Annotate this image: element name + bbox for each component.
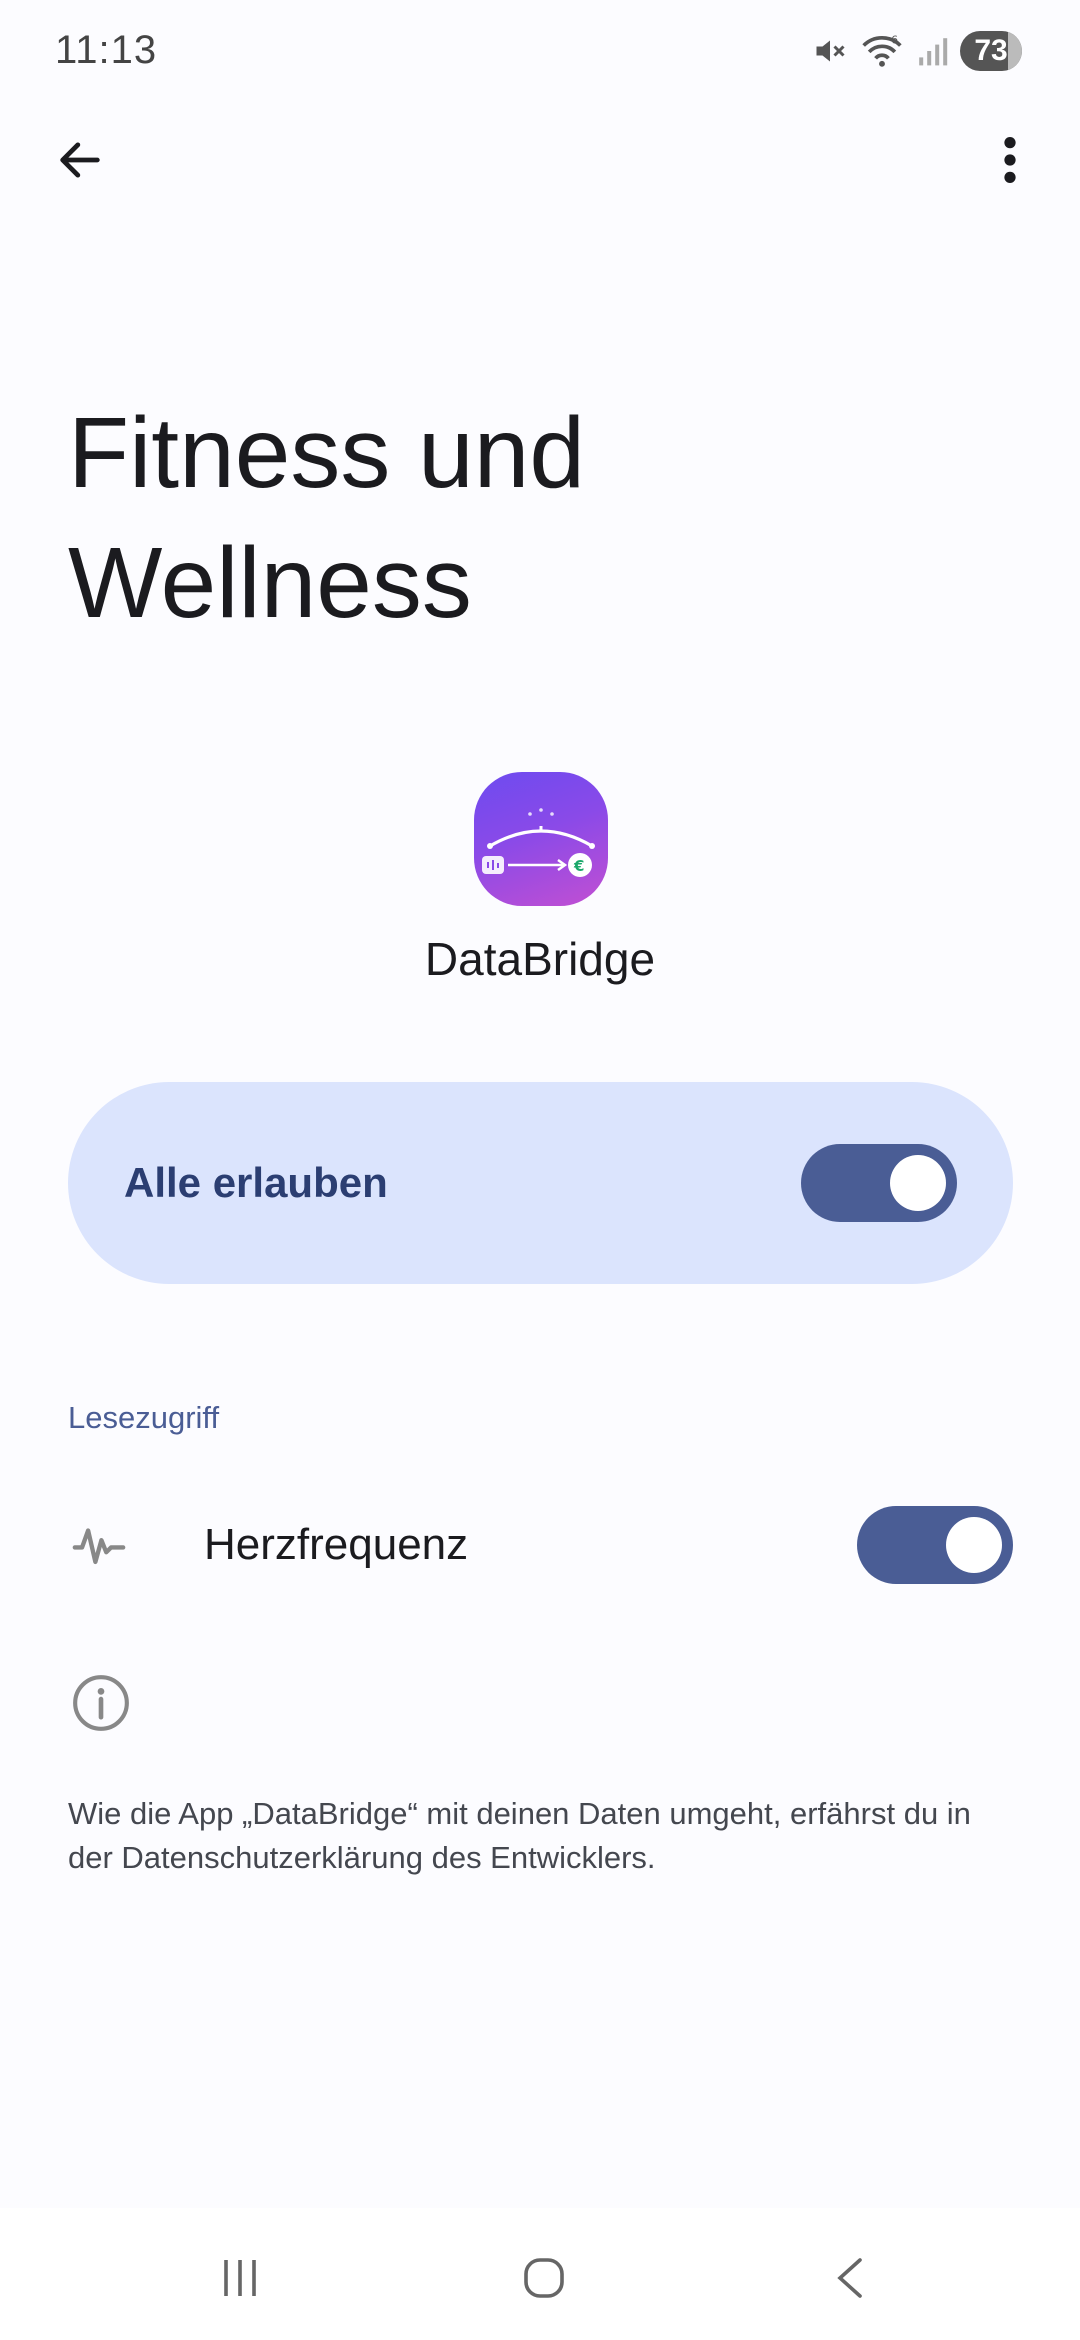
allow-all-toggle[interactable] [801, 1144, 957, 1222]
battery-level: 73 [974, 34, 1008, 67]
more-options-button[interactable] [980, 120, 1040, 200]
toggle-knob [890, 1155, 946, 1211]
page-title-line-2: Wellness [68, 527, 472, 639]
back-button[interactable] [40, 120, 120, 200]
status-time: 11:13 [55, 28, 158, 72]
privacy-policy-text: Wie die App „DataBridge“ mit deinen Date… [68, 1796, 971, 1875]
more-vertical-icon [1004, 137, 1016, 183]
back-icon[interactable] [830, 2254, 870, 2302]
arrow-left-icon [60, 142, 100, 178]
page-title-line-1: Fitness und [68, 397, 585, 509]
svg-text:6: 6 [891, 34, 898, 47]
page-title: Fitness und Wellness [68, 388, 968, 648]
section-header-read-access: Lesezugriff [68, 1400, 220, 1435]
databridge-app-icon: € [474, 772, 608, 906]
allow-all-card[interactable]: Alle erlauben [68, 1082, 1013, 1284]
signal-icon [919, 38, 948, 66]
home-icon[interactable] [519, 2254, 569, 2302]
permission-row-heart-rate[interactable]: Herzfrequenz [0, 1490, 1080, 1600]
navigation-bar [0, 2208, 1080, 2340]
heart-rate-icon [72, 1528, 126, 1565]
allow-all-label: Alle erlauben [124, 1159, 388, 1206]
status-bar: 11:13 6 73 [0, 0, 1080, 100]
heart-rate-toggle[interactable] [857, 1506, 1013, 1584]
status-icons: 6 73 [812, 28, 1022, 74]
svg-text:€: € [573, 857, 584, 875]
mute-icon [816, 40, 845, 62]
app-name: DataBridge [424, 933, 656, 985]
recents-icon[interactable] [215, 2254, 265, 2302]
toggle-knob [946, 1517, 1002, 1573]
heart-rate-label: Herzfrequenz [204, 1520, 469, 1569]
wifi-icon: 6 [862, 34, 902, 67]
info-icon [73, 1675, 129, 1731]
battery-icon: 73 [960, 31, 1022, 71]
